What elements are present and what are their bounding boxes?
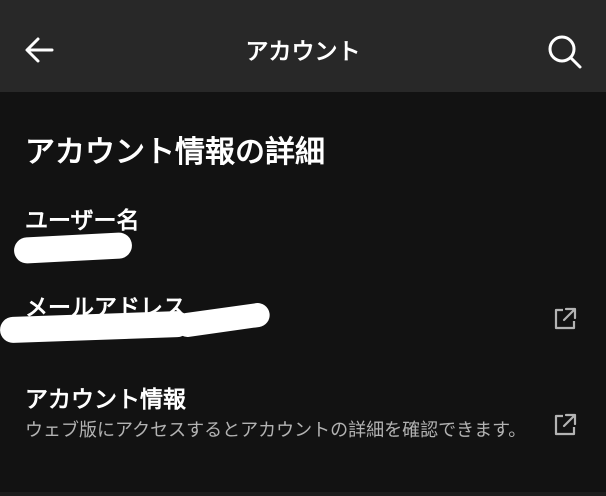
email-redacted bbox=[0, 310, 191, 344]
account-info-label: アカウント情報 bbox=[25, 387, 186, 413]
email-redacted-tail bbox=[173, 301, 272, 339]
section-title: アカウント情報の詳細 bbox=[25, 135, 325, 170]
account-content: アカウント情報の詳細 ユーザー名 メールアドレス アカウント情報 ウェブ版にアク… bbox=[0, 92, 606, 496]
email-external-link[interactable] bbox=[552, 306, 578, 332]
username-redacted bbox=[13, 231, 133, 265]
email-row[interactable]: メールアドレス bbox=[0, 282, 606, 357]
account-info-external-link[interactable] bbox=[552, 412, 578, 438]
account-info-description: ウェブ版にアクセスするとアカウントの詳細を確認できます。 bbox=[25, 420, 527, 441]
app-bar: アカウント bbox=[0, 0, 606, 92]
search-icon bbox=[548, 35, 582, 69]
external-link-icon bbox=[554, 307, 577, 330]
account-info-row[interactable]: アカウント情報 ウェブ版にアクセスするとアカウントの詳細を確認できます。 bbox=[0, 374, 606, 484]
username-label: ユーザー名 bbox=[25, 208, 140, 234]
back-button[interactable] bbox=[22, 32, 58, 68]
external-link-icon bbox=[554, 413, 577, 436]
bottom-divider bbox=[0, 492, 606, 496]
arrow-left-icon bbox=[25, 37, 54, 63]
search-button[interactable] bbox=[546, 33, 584, 71]
page-title: アカウント bbox=[245, 39, 361, 65]
username-row: ユーザー名 bbox=[0, 197, 606, 267]
